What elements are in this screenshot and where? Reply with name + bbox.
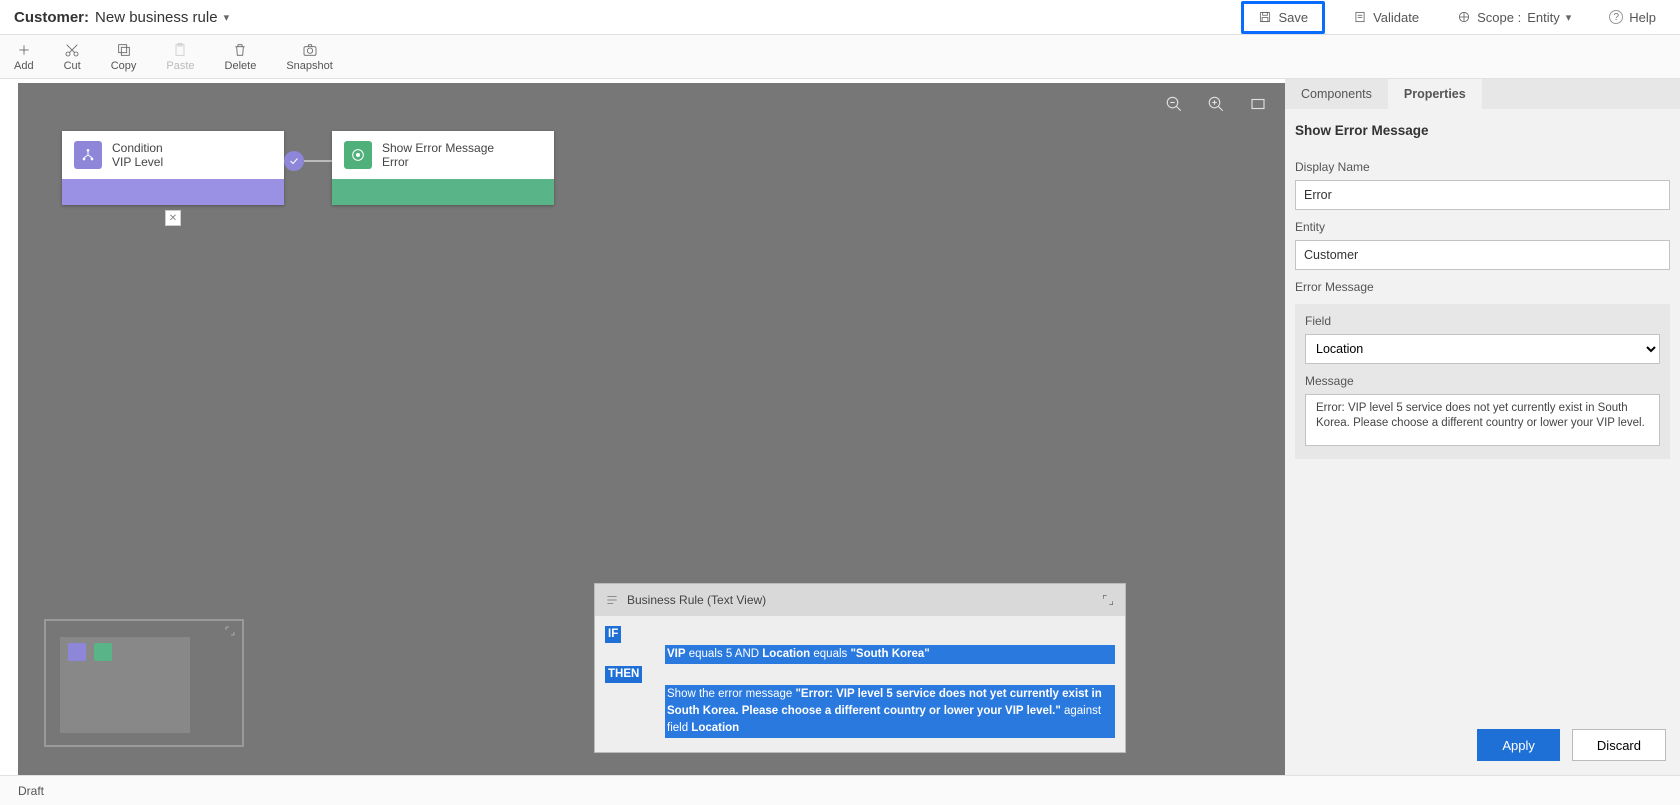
expand-icon[interactable]	[1101, 593, 1115, 607]
expand-icon[interactable]	[224, 625, 236, 640]
fit-icon[interactable]	[1249, 95, 1267, 113]
minimap-condition-icon	[68, 643, 86, 661]
delete-button[interactable]: Delete	[225, 42, 257, 72]
discard-button[interactable]: Discard	[1572, 729, 1666, 761]
chevron-down-icon: ▾	[1566, 11, 1572, 24]
scope-selector[interactable]: Scope : Entity ▾	[1447, 4, 1581, 31]
apply-button[interactable]: Apply	[1477, 729, 1560, 761]
scissors-icon	[64, 42, 80, 58]
minimap-error-icon	[94, 643, 112, 661]
page-title[interactable]: Customer: New business rule ▾	[14, 9, 229, 26]
properties-section-title: Show Error Message	[1295, 123, 1670, 138]
field-label: Field	[1305, 314, 1660, 328]
validate-icon	[1353, 10, 1367, 24]
field-select[interactable]: Location	[1305, 334, 1660, 364]
chevron-down-icon: ▾	[224, 11, 230, 24]
error-node[interactable]: Show Error Message Error	[332, 131, 554, 205]
condition-subtitle: VIP Level	[112, 155, 163, 169]
condition-footer	[62, 179, 284, 205]
error-subtitle: Error	[382, 155, 494, 169]
tab-components[interactable]: Components	[1285, 79, 1388, 109]
copy-button[interactable]: Copy	[111, 42, 137, 72]
cut-button[interactable]: Cut	[64, 42, 81, 72]
if-keyword: IF	[605, 626, 621, 643]
minimap[interactable]	[44, 619, 244, 747]
message-label: Message	[1305, 374, 1660, 388]
false-branch-handle[interactable]: ✕	[165, 210, 181, 226]
connector-true	[284, 151, 332, 171]
condition-title: Condition	[112, 141, 163, 155]
snapshot-button[interactable]: Snapshot	[286, 42, 332, 72]
plus-icon	[16, 42, 32, 58]
text-view-panel: Business Rule (Text View) IF VIP equals …	[594, 583, 1126, 753]
save-icon	[1258, 10, 1272, 24]
condition-icon	[74, 141, 102, 169]
scope-icon	[1457, 10, 1471, 24]
error-title: Show Error Message	[382, 141, 494, 155]
paste-button: Paste	[166, 42, 194, 72]
camera-icon	[302, 42, 318, 58]
then-keyword: THEN	[605, 666, 642, 683]
rule-name: New business rule	[95, 9, 218, 26]
entity-input[interactable]	[1295, 240, 1670, 270]
entity-prefix: Customer:	[14, 9, 89, 26]
save-button[interactable]: Save	[1241, 1, 1325, 34]
help-icon: ?	[1609, 10, 1623, 24]
validate-button[interactable]: Validate	[1343, 4, 1429, 31]
error-footer	[332, 179, 554, 205]
zoom-out-icon[interactable]	[1165, 95, 1183, 113]
minimap-viewport	[60, 637, 190, 733]
display-name-input[interactable]	[1295, 180, 1670, 210]
zoom-in-icon[interactable]	[1207, 95, 1225, 113]
error-message-label: Error Message	[1295, 280, 1670, 294]
display-name-label: Display Name	[1295, 160, 1670, 174]
message-textarea[interactable]	[1305, 394, 1660, 446]
add-button[interactable]: Add	[14, 42, 34, 72]
condition-node[interactable]: Condition VIP Level	[62, 131, 284, 205]
text-view-icon	[605, 593, 619, 607]
status-text: Draft	[18, 784, 44, 798]
action-expression: Show the error message "Error: VIP level…	[665, 685, 1115, 738]
copy-icon	[116, 42, 132, 58]
condition-expression: VIP equals 5 AND Location equals "South …	[665, 645, 1115, 664]
design-canvas[interactable]: Condition VIP Level ✕ Show Error Message…	[18, 83, 1285, 775]
trash-icon	[232, 42, 248, 58]
error-action-icon	[344, 141, 372, 169]
clipboard-icon	[172, 42, 188, 58]
check-icon	[284, 151, 304, 171]
help-button[interactable]: ? Help	[1599, 4, 1666, 31]
entity-label: Entity	[1295, 220, 1670, 234]
tab-properties[interactable]: Properties	[1388, 79, 1482, 109]
text-view-title: Business Rule (Text View)	[627, 593, 766, 607]
